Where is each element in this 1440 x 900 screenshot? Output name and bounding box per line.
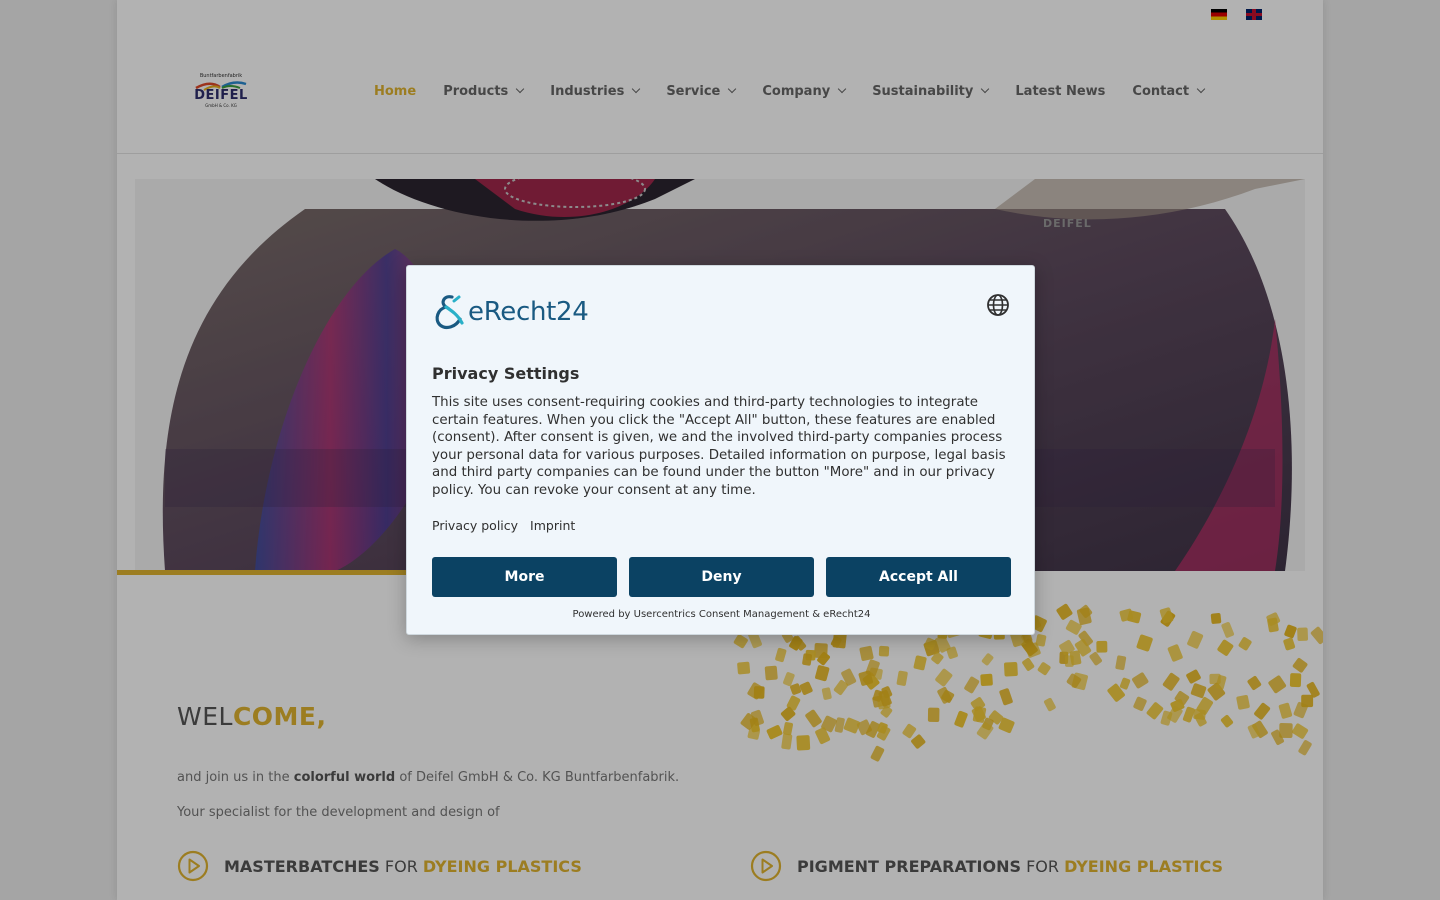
consent-brand: eRecht24 (432, 292, 589, 332)
consent-buttons: More Deny Accept All (432, 557, 1011, 597)
globe-icon[interactable] (986, 293, 1010, 317)
deny-button[interactable]: Deny (629, 557, 814, 597)
consent-body: This site uses consent-requiring cookies… (432, 395, 1006, 498)
erecht24-logo-icon (435, 295, 464, 330)
more-button[interactable]: More (432, 557, 617, 597)
consent-brand-name: eRecht24 (468, 297, 589, 327)
consent-title: Privacy Settings (432, 364, 580, 383)
consent-dialog: eRecht24 Privacy Settings This site uses… (406, 265, 1035, 635)
consent-links: Privacy policy Imprint (432, 518, 575, 533)
privacy-policy-link[interactable]: Privacy policy (432, 518, 518, 533)
imprint-link[interactable]: Imprint (530, 518, 575, 533)
accept-all-button[interactable]: Accept All (826, 557, 1011, 597)
consent-powered-by: Powered by Usercentrics Consent Manageme… (572, 609, 871, 620)
